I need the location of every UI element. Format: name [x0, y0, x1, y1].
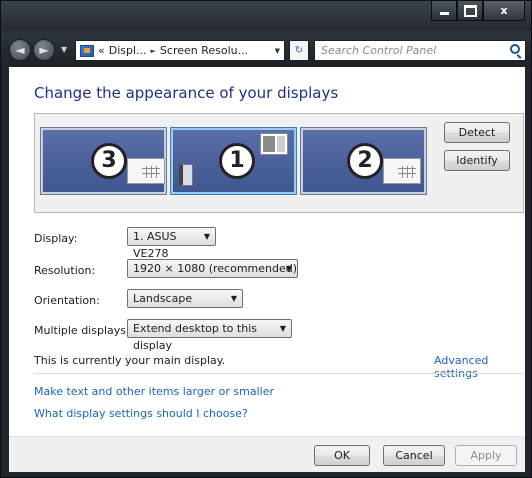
minimize-button[interactable]	[431, 1, 457, 21]
chevron-down-icon: ▼	[203, 232, 210, 241]
control-panel-icon	[80, 44, 94, 57]
content-area: Change the appearance of your displays 3…	[9, 67, 525, 436]
display-settings-help-link[interactable]: What display settings should I choose?	[34, 407, 248, 420]
window: x ◄ ► ▼ « Displ... ► Screen Resolu... ▼ …	[0, 0, 532, 478]
cancel-button[interactable]: Cancel	[383, 445, 445, 466]
monitor-number-badge: 2	[347, 143, 383, 179]
close-button[interactable]: x	[483, 1, 525, 21]
address-bar[interactable]: « Displ... ► Screen Resolu... ▼	[75, 40, 285, 61]
forward-arrow-icon: ►	[39, 43, 49, 57]
resolution-label: Resolution:	[34, 264, 96, 277]
orientation-select[interactable]: Landscape ▼	[127, 289, 243, 308]
monitor-3[interactable]: 3	[41, 128, 166, 194]
monitor-2[interactable]: 2	[301, 128, 426, 194]
desktop-icon	[260, 133, 288, 155]
caption-buttons: x	[431, 1, 525, 21]
ok-button[interactable]: OK	[314, 445, 370, 466]
advanced-settings-link[interactable]: Advanced settings	[434, 354, 525, 380]
chevron-down-icon: ▼	[285, 264, 292, 273]
chevron-down-icon: ▼	[230, 294, 237, 303]
close-icon: x	[500, 4, 508, 17]
orientation-select-value: Landscape	[133, 292, 193, 305]
keyboard-icon	[383, 158, 421, 184]
multiple-displays-select-value: Extend desktop to this display	[133, 322, 257, 352]
divider	[34, 373, 524, 374]
maximize-button[interactable]	[457, 1, 483, 21]
search-placeholder: Search Control Panel	[321, 44, 437, 57]
detect-button[interactable]: Detect	[444, 122, 510, 143]
recent-pages-dropdown-icon[interactable]: ▼	[61, 45, 67, 54]
breadcrumb-separator-icon[interactable]: ►	[151, 47, 156, 55]
text-size-link[interactable]: Make text and other items larger or smal…	[34, 385, 274, 398]
back-button[interactable]: ◄	[9, 39, 31, 61]
taskbar-icon	[179, 164, 193, 186]
monitor-1[interactable]: 1	[171, 128, 296, 194]
breadcrumb-overflow[interactable]: «	[98, 44, 105, 57]
address-dropdown-icon[interactable]: ▼	[275, 47, 280, 55]
navigation-bar: ◄ ► ▼ « Displ... ► Screen Resolu... ▼ ↻ …	[1, 31, 531, 67]
orientation-label: Orientation:	[34, 294, 100, 307]
breadcrumb-display[interactable]: Displ...	[109, 44, 147, 57]
back-arrow-icon: ◄	[15, 43, 25, 57]
display-select-value: 1. ASUS VE278	[133, 230, 177, 260]
search-input[interactable]: Search Control Panel	[314, 40, 526, 61]
display-select[interactable]: 1. ASUS VE278 ▼	[127, 227, 216, 260]
resolution-select[interactable]: 1920 × 1080 (recommended) ▼	[127, 259, 298, 278]
multiple-displays-select[interactable]: Extend desktop to this display ▼	[127, 319, 292, 352]
search-icon[interactable]	[510, 44, 520, 54]
monitor-arrangement-panel: 3 1 2 Detect Identify	[34, 113, 524, 213]
resolution-select-value: 1920 × 1080 (recommended)	[133, 262, 298, 275]
monitor-number-badge: 1	[219, 143, 255, 179]
refresh-button[interactable]: ↻	[289, 40, 309, 61]
keyboard-icon	[127, 158, 165, 184]
apply-button[interactable]: Apply	[455, 445, 517, 466]
breadcrumb-screen-resolution[interactable]: Screen Resolu...	[160, 44, 248, 57]
dialog-footer: OK Cancel Apply	[9, 436, 525, 472]
main-display-info: This is currently your main display.	[34, 354, 226, 367]
forward-button[interactable]: ►	[33, 39, 55, 61]
identify-button[interactable]: Identify	[444, 150, 510, 171]
page-title: Change the appearance of your displays	[34, 84, 339, 102]
monitor-number-badge: 3	[91, 143, 127, 179]
chevron-down-icon: ▼	[279, 324, 286, 333]
refresh-icon: ↻	[294, 45, 304, 56]
title-bar[interactable]: x	[1, 1, 531, 31]
display-label: Display:	[34, 232, 78, 245]
multiple-displays-label: Multiple displays:	[34, 324, 130, 337]
